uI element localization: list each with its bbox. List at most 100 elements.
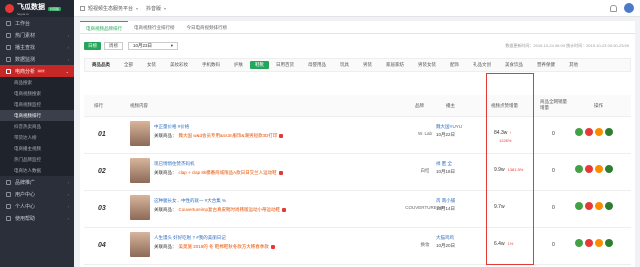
- detail-icon[interactable]: [605, 239, 613, 247]
- sidebar-item-label: 用户中心: [15, 191, 36, 198]
- sidebar-item-workbench[interactable]: 工作台: [0, 17, 74, 29]
- date-value: 10月23日: [133, 43, 153, 48]
- video-thumbnail[interactable]: [130, 195, 150, 220]
- goods-label: 关联商品：: [154, 244, 177, 249]
- blogger-name[interactable]: 大猫鸡鸡: [436, 235, 454, 241]
- sidebar-subitem[interactable]: 带货达人榜: [0, 132, 74, 143]
- category-item[interactable]: 日用百货: [269, 62, 301, 68]
- category-item[interactable]: 男装女装: [411, 62, 443, 68]
- video-title[interactable]: 人生馒头 好好吃啦 ? #我的美丽日记: [154, 235, 364, 241]
- category-item[interactable]: 配饰: [443, 62, 466, 68]
- video-title[interactable]: 中正量价格 #价格: [154, 124, 364, 130]
- sidebar-item-personal-center[interactable]: 个人中心 ›: [0, 200, 74, 212]
- sidebar-item-help[interactable]: 使用帮助 ›: [0, 212, 74, 224]
- bell-icon[interactable]: [610, 4, 617, 12]
- sidebar-item-user-center[interactable]: 用户中心 ›: [0, 188, 74, 200]
- col-likes[interactable]: 视频点赞增量: [491, 103, 518, 109]
- category-item[interactable]: 玩具: [333, 62, 356, 68]
- goods-name[interactable]: Couvertureimp复古真皮靴时尚韩版运动小蒂运动鞋: [179, 207, 281, 212]
- likes-value: 6.4w: [494, 241, 505, 247]
- star-icon[interactable]: [595, 202, 603, 210]
- sidebar-item-brand-promo[interactable]: 品牌推广 ›: [0, 176, 74, 188]
- play-icon[interactable]: [575, 128, 583, 136]
- sidebar-item-label: 热门素材: [15, 32, 36, 39]
- video-thumbnail[interactable]: [130, 232, 150, 257]
- platform-label: 短视频生态服务平台: [88, 5, 134, 12]
- row-actions: [575, 165, 615, 173]
- category-item[interactable]: 手机数码: [195, 62, 227, 68]
- likes-value: 84.3w: [494, 130, 508, 136]
- detail-icon[interactable]: [605, 202, 613, 210]
- sidebar-subitem[interactable]: 抖音热卖商品: [0, 121, 74, 132]
- flag-icon: [6, 179, 11, 185]
- chevron-right-icon: ›: [67, 56, 69, 62]
- play-icon[interactable]: [575, 239, 583, 247]
- star-icon[interactable]: [595, 165, 603, 173]
- grid-icon: [80, 5, 85, 11]
- category-item-selected[interactable]: 鞋靴: [250, 61, 269, 69]
- sales-increase: 0: [552, 205, 555, 211]
- category-item[interactable]: 男装: [356, 62, 379, 68]
- category-item[interactable]: 美食饮品: [498, 62, 530, 68]
- category-item[interactable]: 美妆彩妆: [163, 62, 195, 68]
- date-picker[interactable]: 10月23日 ▾: [128, 42, 178, 50]
- category-item[interactable]: 其他: [562, 62, 585, 68]
- day-rank-button[interactable]: 日榜: [84, 42, 101, 50]
- sidebar-item-hot-material[interactable]: 热门素材 ›: [0, 29, 74, 41]
- video-thumbnail[interactable]: [130, 158, 150, 183]
- cart-icon[interactable]: [270, 244, 275, 249]
- sidebar-item-blogger-search[interactable]: 播主查找 ›: [0, 41, 74, 53]
- blogger-name[interactable]: 芮 南小铺: [436, 198, 455, 204]
- week-rank-button[interactable]: 周榜: [104, 42, 123, 50]
- category-item[interactable]: 家居家纺: [379, 62, 411, 68]
- goods-name[interactable]: 魏大国 w&d会员专用&ss3n服饰&潮男短款3D打印: [179, 133, 278, 138]
- play-icon[interactable]: [575, 202, 583, 210]
- tab-today-rank[interactable]: 今日电商视频排行榜: [181, 21, 234, 33]
- detail-icon[interactable]: [605, 128, 613, 136]
- version-select[interactable]: 抖音版 ▾: [146, 5, 166, 12]
- sidebar-subitem[interactable]: 商品搜索: [0, 77, 74, 88]
- chevron-down-icon: ▾: [164, 5, 167, 11]
- table-row: 03 这种腿长女…中性的就一 #大合集 % 关联商品： Couvertureimp…: [84, 191, 631, 228]
- category-item[interactable]: 营养保健: [530, 62, 562, 68]
- play-icon[interactable]: [575, 165, 583, 173]
- cart-icon: [6, 68, 11, 74]
- col-total[interactable]: 商品全网销量增量: [540, 99, 570, 111]
- cart-icon[interactable]: [282, 207, 287, 212]
- sidebar-subitem[interactable]: 热门品牌监控: [0, 154, 74, 165]
- star-icon[interactable]: [595, 239, 603, 247]
- avatar[interactable]: [624, 3, 634, 13]
- related-goods: 关联商品： Couvertureimp复古真皮靴时尚韩版运动小蒂运动鞋: [154, 207, 424, 213]
- sidebar-subitem[interactable]: 电商播主视频: [0, 143, 74, 154]
- platform-button[interactable]: 短视频生态服务平台 ▾: [80, 5, 138, 12]
- goods-name[interactable]: 美莫施 2019的 冬 鞋棉鞋秋冬款方大韩春季款: [179, 244, 269, 249]
- category-item[interactable]: 女装: [140, 62, 163, 68]
- video-title[interactable]: 现已悄悄住赞杰码机: [154, 161, 364, 167]
- sidebar-subitem[interactable]: 电商视频搜索: [0, 88, 74, 99]
- category-item[interactable]: 护肤: [227, 62, 250, 68]
- chevron-right-icon: ›: [67, 215, 69, 221]
- detail-icon[interactable]: [605, 165, 613, 173]
- category-item[interactable]: 母婴用品: [301, 62, 333, 68]
- goods-name[interactable]: clap + clap 8k模番商城限品A款日日交兰人运动鞋: [179, 170, 277, 175]
- monitor-icon[interactable]: [585, 202, 593, 210]
- cart-icon[interactable]: [278, 170, 283, 175]
- sidebar-subitem[interactable]: 电商视频监控: [0, 99, 74, 110]
- video-thumbnail[interactable]: [130, 121, 150, 146]
- category-item[interactable]: 全部: [117, 62, 140, 68]
- category-item[interactable]: 礼品文创: [466, 62, 498, 68]
- blogger-name[interactable]: 禄 匿 全: [436, 161, 452, 167]
- monitor-icon[interactable]: [585, 165, 593, 173]
- monitor-icon[interactable]: [585, 239, 593, 247]
- tab-industry-rank[interactable]: 电商视频行业排行榜: [128, 21, 181, 33]
- blogger-name[interactable]: 魏大国YUYU: [436, 124, 462, 130]
- star-icon[interactable]: [595, 128, 603, 136]
- sidebar-subitem-selected[interactable]: 电商视频排行: [0, 110, 74, 121]
- monitor-icon[interactable]: [585, 128, 593, 136]
- tab-brand-rank[interactable]: 电商视频品牌排行: [80, 21, 128, 33]
- video-title[interactable]: 这种腿长女…中性的就一 #大合集 %: [154, 198, 364, 204]
- cart-icon[interactable]: [279, 133, 284, 138]
- sidebar-item-ecommerce[interactable]: 电商分析 HOT ⌄: [0, 65, 74, 77]
- sidebar-subitem[interactable]: 电商达人数据: [0, 165, 74, 176]
- sidebar-item-data-monitor[interactable]: 数据监测 ›: [0, 53, 74, 65]
